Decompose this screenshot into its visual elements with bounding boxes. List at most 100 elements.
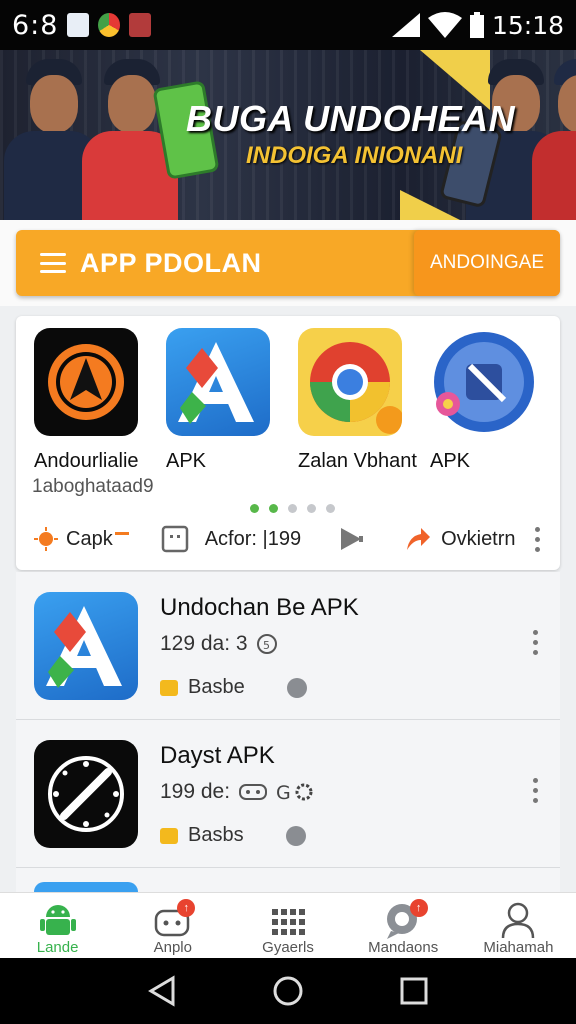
grid-icon xyxy=(272,909,305,935)
notification-calendar-icon xyxy=(67,13,90,37)
page-dot[interactable] xyxy=(288,504,297,513)
notification-badge: ↑ xyxy=(409,899,428,917)
page-dot[interactable] xyxy=(326,504,335,513)
signal-icon xyxy=(391,13,420,37)
banner-subtitle: INDOIGA INIONANI xyxy=(246,142,463,169)
person-icon xyxy=(502,902,535,939)
page-dot[interactable] xyxy=(250,504,259,513)
featured-app-4[interactable]: APK xyxy=(430,328,542,472)
screen: 6:8 15:18 BUGA UNDOHEAN INDOIGA INIONANI… xyxy=(0,0,576,1024)
featured-app-3[interactable]: Zalan Vbhant xyxy=(298,328,417,472)
tab-anplo[interactable]: ↑ Anplo xyxy=(115,893,230,958)
list-item-tag-text: Basbs xyxy=(188,824,244,846)
carousel-page-indicator[interactable] xyxy=(250,504,335,513)
accent-dash xyxy=(114,531,129,535)
android-icon xyxy=(39,905,76,935)
action-label: Acfor: |199 xyxy=(204,527,302,550)
action-label: Ovkietrn xyxy=(441,527,516,550)
share-arrow-icon xyxy=(407,528,431,550)
letter-a-icon xyxy=(34,882,138,892)
list-item-title: Dayst APK xyxy=(160,742,275,769)
tab-gyaerls[interactable]: Gyaerls xyxy=(230,893,345,958)
page-dot[interactable] xyxy=(269,504,278,513)
action-play[interactable] xyxy=(339,526,365,552)
battery-icon xyxy=(469,12,484,38)
notification-gallery-icon xyxy=(129,13,152,37)
bag-icon xyxy=(160,827,178,844)
action-label: Capk xyxy=(66,527,113,550)
action-acfor[interactable]: Acfor: |199 xyxy=(161,525,301,553)
notification-chrome-icon xyxy=(98,13,121,37)
list-item-meta-text: 199 de: xyxy=(160,780,231,803)
list-item-title: Undochan Be APK xyxy=(160,594,359,621)
app-bar-container: APP PDOLAN ANDOINGAE xyxy=(0,220,576,306)
banner-title: BUGA UNDOHEAN xyxy=(186,98,516,139)
app-list: Undochan Be APK 129 da: 3 5 Basbe Dayst … xyxy=(16,572,560,892)
play-icon xyxy=(341,528,364,550)
svg-text:G: G xyxy=(276,782,291,804)
status-time-right: 15:18 xyxy=(491,10,564,40)
status-right: 15:18 xyxy=(391,10,564,40)
featured-app-label: APK xyxy=(430,450,471,472)
featured-app-label: Zalan Vbhant xyxy=(298,450,417,472)
menu-icon[interactable] xyxy=(40,253,66,273)
featured-action-strip: Capk Acfor: |199 Ovkietrn xyxy=(16,518,560,560)
more-options-icon[interactable] xyxy=(532,630,538,655)
shield-icon xyxy=(285,825,306,846)
tab-label: Gyaerls xyxy=(262,939,314,956)
list-item-tag-text: Basbe xyxy=(188,676,245,698)
clock-ring-icon xyxy=(34,740,138,848)
featured-app-label: APK xyxy=(166,450,207,472)
refresh-circle-icon: 5 xyxy=(256,634,277,654)
home-icon[interactable] xyxy=(272,975,304,1007)
list-item-meta-text: 129 da: 3 xyxy=(160,632,248,655)
tab-label: Anplo xyxy=(153,939,192,956)
tab-label: Lande xyxy=(36,939,79,956)
compass-arrow-icon xyxy=(34,328,138,436)
bottom-navigation: Lande ↑ Anplo Gyaerls ↑ Mandaons Miahama… xyxy=(0,892,576,958)
back-icon[interactable] xyxy=(147,975,177,1007)
promo-banner[interactable]: BUGA UNDOHEAN INDOIGA INIONANI xyxy=(0,50,576,220)
app-bar-action-button[interactable]: ANDOINGAE xyxy=(414,230,560,296)
list-item[interactable]: Undochan Be APK 129 da: 3 5 Basbe xyxy=(16,572,560,720)
featured-app-2[interactable]: APK xyxy=(166,328,278,472)
system-navigation-bar xyxy=(0,958,576,1024)
action-ovkietrn[interactable]: Ovkietrn xyxy=(405,526,516,552)
svg-text:5: 5 xyxy=(263,639,270,652)
list-item-partial[interactable] xyxy=(16,868,560,892)
bag-icon xyxy=(160,679,178,696)
list-item-meta: 199 de: G xyxy=(160,780,316,804)
wifi-icon xyxy=(427,12,462,38)
list-item-meta: 129 da: 3 5 xyxy=(160,632,278,656)
tab-label: Mandaons xyxy=(368,939,439,956)
letter-a-icon xyxy=(166,328,270,436)
sun-icon xyxy=(34,527,58,551)
status-bar: 6:8 15:18 xyxy=(0,0,576,50)
page-dot[interactable] xyxy=(307,504,316,513)
chrome-like-icon xyxy=(298,328,402,436)
tab-miahamah[interactable]: Miahamah xyxy=(461,893,576,958)
banner-person-4 xyxy=(532,51,576,220)
shield-icon xyxy=(286,677,307,698)
tab-lande[interactable]: Lande xyxy=(0,893,115,958)
tab-mandaons[interactable]: ↑ Mandaons xyxy=(346,893,461,958)
letter-a-icon xyxy=(34,592,138,700)
list-item-tag: Basbe xyxy=(160,676,307,699)
gear-icon: G xyxy=(276,782,313,804)
app-bar-title: APP PDOLAN xyxy=(80,247,262,278)
featured-app-1[interactable]: Andourlialie xyxy=(34,328,146,472)
list-item[interactable]: Dayst APK 199 de: G Basbs xyxy=(16,720,560,868)
more-options-icon[interactable] xyxy=(532,778,538,803)
featured-apps-card: Andourlialie APK Zalan Vbhant APK 1abogh… xyxy=(16,316,560,570)
blue-badge-icon xyxy=(430,328,534,436)
frame-icon xyxy=(161,525,188,553)
app-bar: APP PDOLAN ANDOINGAE xyxy=(16,230,560,296)
featured-app-label: Andourlialie xyxy=(34,450,139,472)
recents-icon[interactable] xyxy=(399,976,429,1006)
status-time-left: 6:8 xyxy=(12,9,59,41)
action-capk[interactable]: Capk xyxy=(34,527,129,551)
featured-subtitle: 1aboghataad9 xyxy=(32,476,154,497)
list-item-tag: Basbs xyxy=(160,824,306,847)
tab-label: Miahamah xyxy=(483,939,554,956)
more-options-icon[interactable] xyxy=(534,526,540,552)
